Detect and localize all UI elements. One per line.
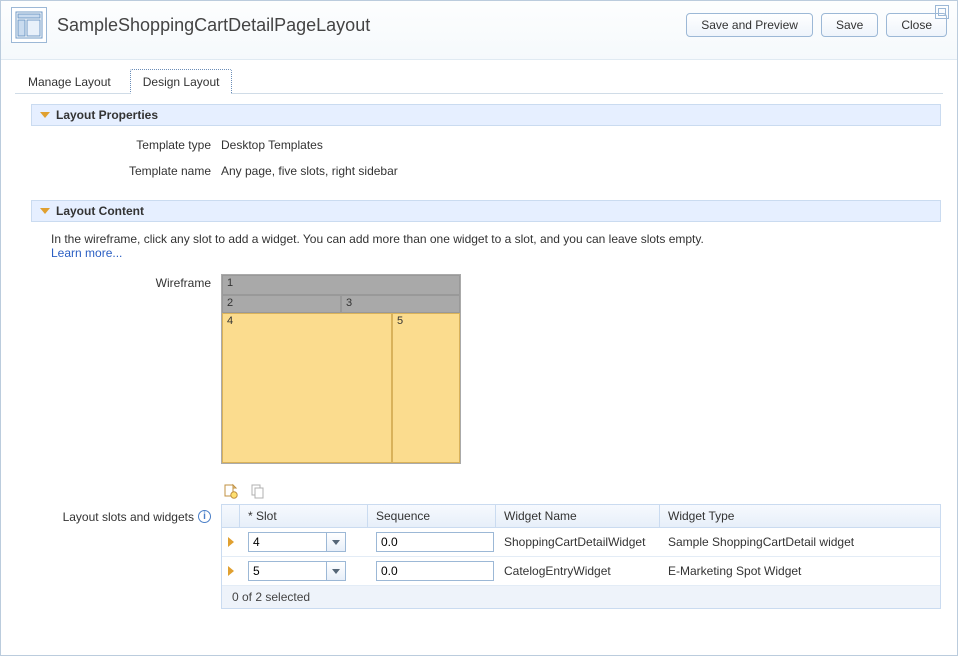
restore-window-icon[interactable] (935, 5, 949, 19)
new-row-icon[interactable] (221, 482, 239, 500)
wireframe-slot-1[interactable]: 1 (222, 275, 460, 295)
tab-design-layout[interactable]: Design Layout (130, 69, 233, 94)
col-slot[interactable]: * Slot (240, 505, 368, 527)
sequence-input[interactable] (376, 532, 494, 552)
widget-name-cell: ShoppingCartDetailWidget (496, 531, 660, 553)
disclosure-triangle-icon[interactable] (40, 112, 50, 118)
template-name-value: Any page, five slots, right sidebar (221, 164, 398, 178)
table-row[interactable]: CatelogEntryWidget E-Marketing Spot Widg… (222, 557, 940, 586)
col-widget-type[interactable]: Widget Type (660, 505, 940, 527)
learn-more-link[interactable]: Learn more... (51, 246, 122, 260)
section-layout-properties[interactable]: Layout Properties (31, 104, 941, 126)
table-row[interactable]: ShoppingCartDetailWidget Sample Shopping… (222, 528, 940, 557)
wireframe-label: Wireframe (31, 274, 221, 464)
page-title: SampleShoppingCartDetailPageLayout (57, 15, 686, 36)
chevron-down-icon (332, 569, 340, 574)
sequence-input[interactable] (376, 561, 494, 581)
slot-combo[interactable] (248, 561, 348, 581)
copy-row-icon[interactable] (249, 482, 267, 500)
slot-input[interactable] (248, 561, 326, 581)
template-type-value: Desktop Templates (221, 138, 323, 152)
content-instructions: In the wireframe, click any slot to add … (31, 222, 941, 266)
layout-icon (11, 7, 47, 43)
slots-widgets-label: Layout slots and widgets (63, 510, 194, 524)
col-expander (222, 505, 240, 527)
section-layout-content[interactable]: Layout Content (31, 200, 941, 222)
save-button[interactable]: Save (821, 13, 878, 37)
template-name-label: Template name (31, 164, 221, 178)
col-sequence[interactable]: Sequence (368, 505, 496, 527)
widget-type-cell: Sample ShoppingCartDetail widget (660, 531, 940, 553)
expand-row-icon[interactable] (228, 566, 234, 576)
section-title: Layout Content (56, 204, 144, 218)
wireframe-slot-3[interactable]: 3 (341, 295, 460, 313)
wireframe-slot-5[interactable]: 5 (392, 313, 460, 463)
template-type-label: Template type (31, 138, 221, 152)
widget-type-cell: E-Marketing Spot Widget (660, 560, 940, 582)
info-icon[interactable]: i (198, 510, 211, 523)
widget-name-cell: CatelogEntryWidget (496, 560, 660, 582)
col-widget-name[interactable]: Widget Name (496, 505, 660, 527)
header-actions: Save and Preview Save Close (686, 13, 947, 37)
table-header: * Slot Sequence Widget Name Widget Type (222, 505, 940, 528)
tab-bar: Manage Layout Design Layout (1, 68, 957, 94)
properties-panel: Template type Desktop Templates Template… (31, 126, 941, 200)
content-area: Layout Properties Template type Desktop … (1, 94, 957, 625)
slots-widgets-table: * Slot Sequence Widget Name Widget Type (221, 504, 941, 609)
save-and-preview-button[interactable]: Save and Preview (686, 13, 813, 37)
wireframe: 1 2 3 4 5 (221, 274, 461, 464)
disclosure-triangle-icon[interactable] (40, 208, 50, 214)
tab-manage-layout[interactable]: Manage Layout (15, 69, 124, 94)
wireframe-slot-2[interactable]: 2 (222, 295, 341, 313)
table-toolbar (221, 482, 941, 500)
chevron-down-icon (332, 540, 340, 545)
header: SampleShoppingCartDetailPageLayout Save … (1, 1, 957, 60)
section-title: Layout Properties (56, 108, 158, 122)
instruction-text: In the wireframe, click any slot to add … (51, 232, 704, 246)
dropdown-button[interactable] (326, 532, 346, 552)
slot-input[interactable] (248, 532, 326, 552)
dropdown-button[interactable] (326, 561, 346, 581)
app-window: SampleShoppingCartDetailPageLayout Save … (0, 0, 958, 656)
wireframe-slot-4[interactable]: 4 (222, 313, 392, 463)
slot-combo[interactable] (248, 532, 348, 552)
table-footer: 0 of 2 selected (222, 586, 940, 608)
expand-row-icon[interactable] (228, 537, 234, 547)
